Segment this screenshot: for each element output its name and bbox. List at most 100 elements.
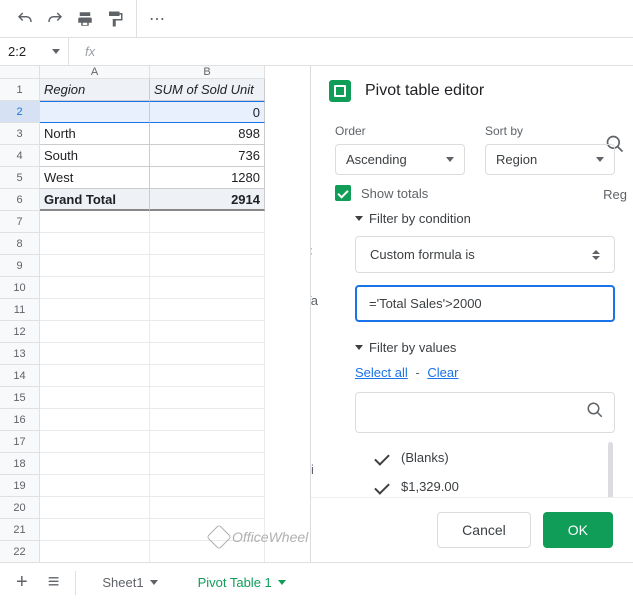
formula-input[interactable]: ='Total Sales'>2000	[355, 285, 615, 322]
cell[interactable]	[40, 365, 150, 387]
namebox-dropdown-icon[interactable]	[52, 49, 60, 54]
more-icon[interactable]: ⋯	[149, 9, 167, 29]
row-header[interactable]: 13	[0, 343, 40, 365]
cell[interactable]	[40, 431, 150, 453]
cell[interactable]	[150, 211, 265, 233]
cell[interactable]	[150, 431, 265, 453]
search-icon	[586, 401, 604, 424]
all-sheets-button[interactable]: ≡	[44, 567, 64, 598]
cancel-button[interactable]: Cancel	[437, 512, 531, 548]
row-header[interactable]: 22	[0, 541, 40, 563]
cell[interactable]: North	[40, 123, 150, 145]
row-header[interactable]: 2	[0, 101, 40, 123]
scrollbar[interactable]	[608, 442, 613, 497]
row-header[interactable]: 4	[0, 145, 40, 167]
order-dropdown[interactable]: Ascending	[335, 144, 465, 175]
cell[interactable]	[150, 343, 265, 365]
cell[interactable]	[150, 453, 265, 475]
cell[interactable]	[150, 321, 265, 343]
row-header[interactable]: 18	[0, 453, 40, 475]
row-header[interactable]: 20	[0, 497, 40, 519]
row-header[interactable]: 10	[0, 277, 40, 299]
add-sheet-button[interactable]: +	[12, 567, 32, 598]
column-header-a[interactable]: A	[40, 66, 150, 79]
filter-search[interactable]	[355, 392, 615, 433]
cell[interactable]: Grand Total	[40, 189, 150, 211]
filter-condition-heading[interactable]: Filter by condition	[355, 211, 615, 226]
cell[interactable]	[150, 497, 265, 519]
table-row: 9	[0, 255, 310, 277]
cell[interactable]	[40, 541, 150, 563]
cell[interactable]	[40, 519, 150, 541]
table-row: 7	[0, 211, 310, 233]
cell[interactable]	[40, 299, 150, 321]
pivot-editor: Reg Pivot table editor C Va Fi Order Asc…	[310, 66, 633, 562]
sortby-dropdown[interactable]: Region	[485, 144, 615, 175]
cell[interactable]	[40, 211, 150, 233]
cell[interactable]: West	[40, 167, 150, 189]
cell[interactable]	[150, 409, 265, 431]
cell[interactable]: 736	[150, 145, 265, 167]
tab-sheet1[interactable]: Sheet1	[88, 567, 171, 598]
cell[interactable]: SUM of Sold Unit	[150, 79, 265, 101]
clear-link[interactable]: Clear	[427, 365, 458, 380]
row-header[interactable]: 11	[0, 299, 40, 321]
cell[interactable]	[150, 233, 265, 255]
cell[interactable]	[40, 233, 150, 255]
ok-button[interactable]: OK	[543, 512, 613, 548]
cell[interactable]	[40, 497, 150, 519]
row-header[interactable]: 9	[0, 255, 40, 277]
condition-type-select[interactable]: Custom formula is	[355, 236, 615, 273]
cell[interactable]	[40, 255, 150, 277]
cell[interactable]: 0	[150, 101, 265, 123]
cell[interactable]	[150, 387, 265, 409]
undo-icon[interactable]	[16, 10, 34, 28]
cell[interactable]: 898	[150, 123, 265, 145]
cell[interactable]	[150, 299, 265, 321]
cell[interactable]	[40, 277, 150, 299]
column-header-b[interactable]: B	[150, 66, 265, 79]
cell[interactable]	[150, 255, 265, 277]
cell[interactable]	[40, 453, 150, 475]
tab-pivot[interactable]: Pivot Table 1	[184, 567, 300, 598]
cell[interactable]	[40, 387, 150, 409]
row-header[interactable]: 1	[0, 79, 40, 101]
name-box[interactable]: 2:2	[0, 44, 52, 59]
filter-value-item[interactable]: (Blanks)	[375, 443, 615, 472]
cell[interactable]	[150, 519, 265, 541]
row-header[interactable]: 16	[0, 409, 40, 431]
select-all-link[interactable]: Select all	[355, 365, 408, 380]
row-header[interactable]: 3	[0, 123, 40, 145]
redo-icon[interactable]	[46, 10, 64, 28]
print-icon[interactable]	[76, 10, 94, 28]
cell[interactable]	[150, 475, 265, 497]
filter-values-heading[interactable]: Filter by values	[355, 340, 615, 355]
row-header[interactable]: 5	[0, 167, 40, 189]
cell[interactable]	[40, 343, 150, 365]
cell[interactable]	[150, 365, 265, 387]
row-header[interactable]: 6	[0, 189, 40, 211]
row-header[interactable]: 15	[0, 387, 40, 409]
row-header[interactable]: 14	[0, 365, 40, 387]
cell[interactable]: 2914	[150, 189, 265, 211]
row-header[interactable]: 7	[0, 211, 40, 233]
cell[interactable]: Region	[40, 79, 150, 101]
show-totals-checkbox[interactable]	[335, 185, 351, 201]
row-header[interactable]: 12	[0, 321, 40, 343]
paint-format-icon[interactable]	[106, 10, 124, 28]
cell[interactable]	[40, 321, 150, 343]
row-header[interactable]: 8	[0, 233, 40, 255]
cell[interactable]: South	[40, 145, 150, 167]
row-header[interactable]: 19	[0, 475, 40, 497]
row-header[interactable]: 21	[0, 519, 40, 541]
show-totals-label: Show totals	[361, 186, 428, 201]
cell[interactable]: 1280	[150, 167, 265, 189]
select-all-corner[interactable]	[0, 66, 40, 79]
row-header[interactable]: 17	[0, 431, 40, 453]
cell[interactable]	[40, 101, 150, 123]
cell[interactable]	[150, 277, 265, 299]
cell[interactable]	[40, 475, 150, 497]
cell[interactable]	[40, 409, 150, 431]
filter-value-item[interactable]: $1,329.00	[375, 472, 615, 497]
cell[interactable]	[150, 541, 265, 563]
